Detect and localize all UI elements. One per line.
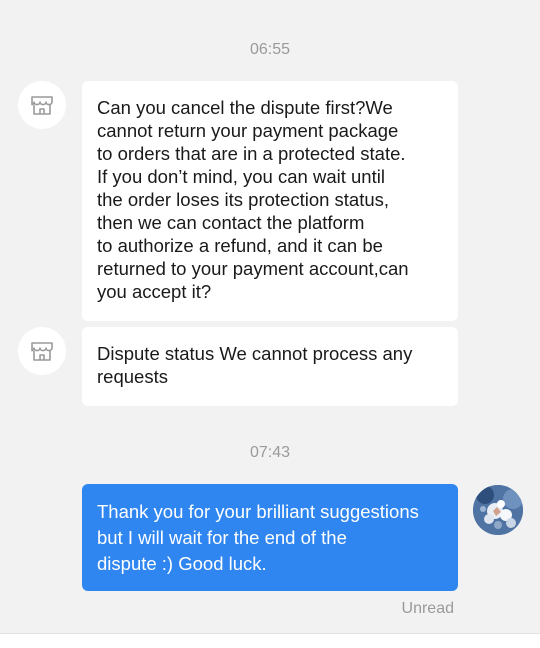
user-avatar-photo (473, 485, 523, 535)
message-bubble-outgoing[interactable]: Thank you for your brilliant suggestions… (82, 484, 458, 591)
timestamp: 06:55 (249, 41, 291, 58)
message-bubble-incoming[interactable]: Can you cancel the dispute first?We cann… (82, 81, 458, 321)
store-icon (31, 96, 53, 115)
read-status: Unread (401, 600, 454, 617)
store-icon (31, 342, 53, 361)
seller-avatar[interactable] (18, 81, 66, 129)
message-bubble-incoming[interactable]: Dispute status We cannot process any req… (82, 327, 458, 406)
user-avatar[interactable] (473, 485, 523, 535)
seller-avatar[interactable] (18, 327, 66, 375)
timestamp: 07:43 (249, 444, 291, 461)
bottom-bar (0, 633, 540, 648)
